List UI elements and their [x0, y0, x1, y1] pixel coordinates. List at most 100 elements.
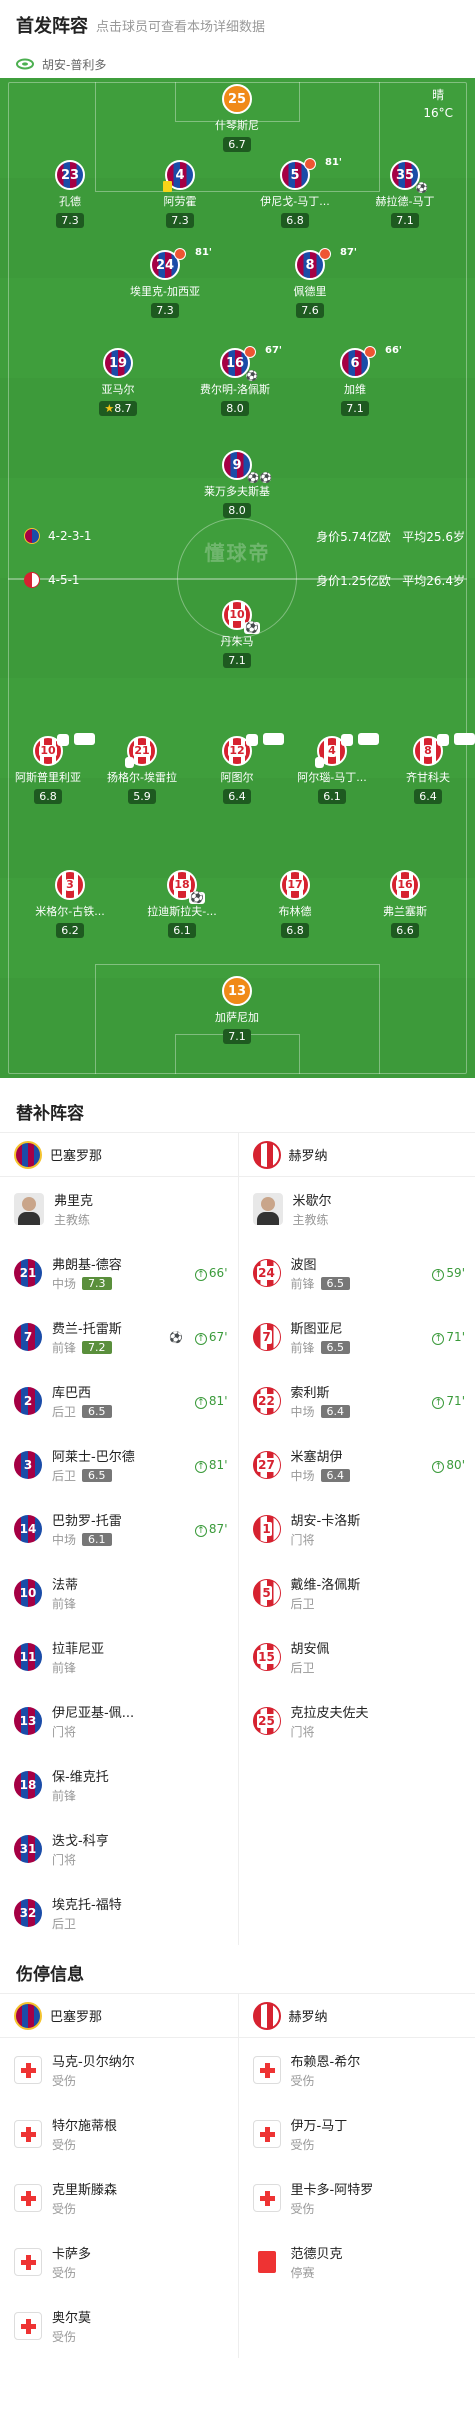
player-bottom-5[interactable]: 8 71' 齐甘科夫 6.4: [378, 733, 475, 804]
injury-row[interactable]: 里卡多-阿特罗 受伤: [239, 2166, 475, 2230]
sub-player-row[interactable]: 1 胡安-卡洛斯 门将: [239, 1497, 475, 1561]
sub-out-icon: [174, 248, 186, 260]
sub-player-row[interactable]: 14 巴勃罗-托雷 中场 6.1 ↑ 87': [0, 1497, 238, 1561]
injury-row[interactable]: 伊万-马丁 受伤: [239, 2102, 475, 2166]
player-top-9[interactable]: 6 66' 加维 7.1: [305, 345, 405, 416]
jersey-number: 7: [261, 1330, 272, 1344]
injury-row[interactable]: 特尔施蒂根 受伤: [0, 2102, 238, 2166]
player-bottom-2[interactable]: 21 扬格尔-埃雷拉 5.9: [92, 736, 192, 804]
sub-meta: 前锋: [52, 1595, 228, 1612]
sub-info: 米塞胡伊 中场 6.4: [291, 1446, 423, 1484]
player-top-5[interactable]: 24 81' 埃里克-加西亚 7.3: [115, 247, 215, 318]
sub-player-row[interactable]: 7 费兰-托雷斯 前锋 7.2 ⚽ ↑ 67': [0, 1305, 238, 1369]
jersey-icon: 10 59': [33, 733, 95, 766]
player-bottom-0[interactable]: 10 ⚽ 丹朱马 7.1: [187, 600, 287, 668]
player-bottom-3[interactable]: 12 71' 阿图尔 6.4: [187, 732, 287, 804]
player-bottom-8[interactable]: 17 布林德 6.8: [245, 870, 345, 938]
rating-value: 7.1: [396, 214, 414, 227]
injury-player-name: 马克-贝尔纳尔: [52, 2055, 135, 2070]
player-top-4[interactable]: 35 ⚽ 赫拉德-马丁 7.1: [355, 160, 455, 228]
sub-player-row[interactable]: 21 弗朗基-德容 中场 7.3 ↑ 66': [0, 1241, 238, 1305]
jersey-number: 16: [225, 355, 245, 371]
jersey-icon: 21: [14, 1259, 42, 1287]
sub-position: 后卫: [52, 1917, 77, 1931]
injury-player-name: 特尔施蒂根: [52, 2119, 118, 2134]
subs-home-column: 巴塞罗那 弗里克 主教练 21 弗朗基-德容 中场 7.3 ↑ 66' 7 费兰-托雷斯 前锋 7.2…: [0, 1133, 238, 1945]
sub-player-row[interactable]: 11 拉菲尼亚 前锋: [0, 1625, 238, 1689]
player-bottom-6[interactable]: 3 米格尔-古铁... 6.2: [20, 870, 120, 938]
player-bottom-10[interactable]: 13 加萨尼加 7.1: [187, 976, 287, 1044]
player-name: 丹朱马: [220, 635, 254, 648]
jersey-icon: 7: [14, 1323, 42, 1351]
jersey-number: 18: [19, 1778, 37, 1792]
injury-player-name: 卡萨多: [52, 2247, 92, 2262]
sub-in-icon: ↑: [432, 1332, 445, 1345]
sub-out-icon: [341, 734, 353, 746]
sub-player-row[interactable]: 2 库巴西 后卫 6.5 ↑ 81': [0, 1369, 238, 1433]
player-rating: 7.3: [56, 213, 84, 228]
sub-player-row[interactable]: 24 波图 前锋 6.5 ↑ 59': [239, 1241, 475, 1305]
jersey-number: 19: [108, 355, 128, 371]
player-bottom-1[interactable]: 10 59' 阿斯普里利亚 6.8: [0, 733, 98, 804]
goal-icon: ⚽: [169, 1330, 183, 1344]
sub-in-icon: ↑: [194, 1524, 207, 1537]
injury-row[interactable]: 克里斯滕森 受伤: [0, 2166, 238, 2230]
injury-status: 受伤: [52, 2074, 77, 2088]
player-name: 布林德: [278, 905, 312, 918]
sub-out-icon: [57, 734, 69, 746]
sub-out-icon: [246, 734, 258, 746]
player-bottom-9[interactable]: 16 弗兰塞斯 6.6: [355, 870, 455, 938]
sub-player-row[interactable]: 25 克拉皮夫佐夫 门将: [239, 1689, 475, 1753]
injury-row[interactable]: 布赖恩-希尔 受伤: [239, 2038, 475, 2102]
sub-in-icon: ↑: [194, 1396, 207, 1409]
sub-player-row[interactable]: 32 埃克托-福特 后卫: [0, 1881, 238, 1945]
jersey-number: 4: [327, 744, 337, 757]
injury-row[interactable]: 范德贝克 停赛: [239, 2230, 475, 2294]
jersey-icon: 3: [55, 870, 85, 900]
player-top-0[interactable]: 25 什琴斯尼 6.7: [187, 84, 287, 152]
player-top-8[interactable]: 16 67' ⚽ 费尔明-洛佩斯 8.0: [185, 345, 285, 416]
sub-player-row[interactable]: 31 迭戈-科亨 门将: [0, 1817, 238, 1881]
jersey-number: 14: [19, 1522, 37, 1536]
sub-player-row[interactable]: 15 胡安佩 后卫: [239, 1625, 475, 1689]
player-bottom-7[interactable]: 18 ⚽ 拉迪斯拉夫-... 6.1: [132, 870, 232, 938]
injury-row[interactable]: 马克-贝尔纳尔 受伤: [0, 2038, 238, 2102]
sub-player-row[interactable]: 米歇尔 主教练: [239, 1177, 475, 1241]
sub-player-row[interactable]: 13 伊尼亚基-佩... 门将: [0, 1689, 238, 1753]
jersey-icon: 16 67' ⚽: [220, 345, 282, 382]
star-icon: ★: [104, 402, 115, 415]
player-bottom-4[interactable]: 4 80' 阿尔瑙-马丁... 6.1: [282, 733, 382, 804]
sub-meta: 前锋: [52, 1659, 228, 1676]
injury-row[interactable]: 卡萨多 受伤: [0, 2230, 238, 2294]
sub-rating: 7.2: [82, 1341, 112, 1354]
player-top-3[interactable]: 5 81' 伊尼戈-马丁... 6.8: [245, 157, 345, 228]
sub-name: 弗朗基-德容: [52, 1258, 122, 1273]
sub-name: 埃克托-福特: [52, 1898, 122, 1913]
rating-value: 6.4: [419, 790, 437, 803]
jersey-icon: 16: [390, 870, 420, 900]
jersey-icon: 6 66': [340, 345, 402, 378]
sub-meta: 前锋 6.5: [291, 1275, 423, 1292]
player-top-10[interactable]: 9 ⚽⚽ 莱万多夫斯基 8.0: [187, 450, 287, 518]
player-top-6[interactable]: 8 87' 佩德里 7.6: [260, 247, 360, 318]
sub-player-row[interactable]: 10 法蒂 前锋: [0, 1561, 238, 1625]
rating-value: 7.1: [346, 402, 364, 415]
home-team-header: 巴塞罗那: [0, 1133, 238, 1177]
injury-table: 巴塞罗那 马克-贝尔纳尔 受伤 特尔施蒂根 受伤 克里斯滕森 受伤 卡萨多 受伤 奥尔莫 受伤 赫…: [0, 1993, 475, 2358]
sub-player-row[interactable]: 7 斯图亚尼 前锋 6.5 ↑ 71': [239, 1305, 475, 1369]
sub-player-row[interactable]: 3 阿莱士-巴尔德 后卫 6.5 ↑ 81': [0, 1433, 238, 1497]
sub-player-row[interactable]: 弗里克 主教练: [0, 1177, 238, 1241]
injury-row[interactable]: 奥尔莫 受伤: [0, 2294, 238, 2358]
sub-info: 巴勃罗-托雷 中场 6.1: [52, 1510, 185, 1548]
sub-in-minute: 81': [208, 1457, 228, 1472]
sub-player-row[interactable]: 5 戴维-洛佩斯 后卫: [239, 1561, 475, 1625]
rating-value: 6.4: [228, 790, 246, 803]
player-top-1[interactable]: 23 孔德 7.3: [20, 160, 120, 228]
player-top-2[interactable]: 4 阿劳霍 7.3: [130, 160, 230, 228]
sub-player-row[interactable]: 18 保-维克托 前锋: [0, 1753, 238, 1817]
sub-player-row[interactable]: 27 米塞胡伊 中场 6.4 ↑ 80': [239, 1433, 475, 1497]
rating-value: 7.3: [171, 214, 189, 227]
sub-minute: 71': [263, 732, 284, 745]
player-top-7[interactable]: 19 亚马尔 ★8.7: [68, 348, 168, 416]
sub-player-row[interactable]: 22 索利斯 中场 6.4 ↑ 71': [239, 1369, 475, 1433]
